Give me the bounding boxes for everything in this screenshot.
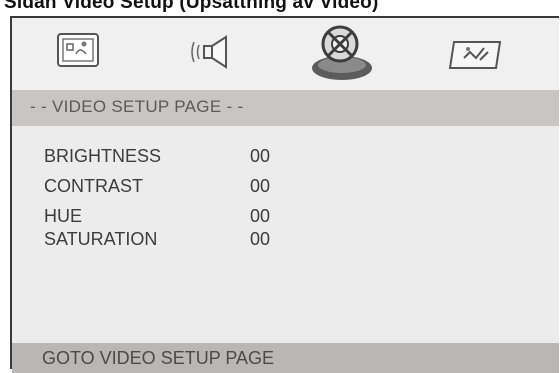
section-banner: - - VIDEO SETUP PAGE - - [12, 90, 559, 126]
setting-row-contrast[interactable]: CONTRAST 00 [12, 176, 559, 204]
setting-label: CONTRAST [44, 176, 143, 196]
setting-row-brightness[interactable]: BRIGHTNESS 00 [12, 146, 559, 174]
page-heading: Sidan Video Setup (Upsättning av Video) [4, 0, 379, 13]
setting-value: 00 [250, 176, 271, 196]
preference-setup-icon[interactable] [446, 38, 506, 74]
setting-label: SATURATION [44, 229, 158, 249]
setting-value: 00 [250, 229, 271, 249]
general-setup-icon[interactable] [56, 32, 100, 70]
setting-label: BRIGHTNESS [44, 146, 162, 166]
footer-hint: GOTO VIDEO SETUP PAGE [42, 348, 275, 368]
setup-icon-bar [12, 18, 559, 90]
video-setup-icon[interactable] [308, 24, 376, 84]
setting-row-saturation[interactable]: SATURATION 00 [12, 229, 559, 257]
audio-setup-icon[interactable] [184, 34, 240, 70]
section-title: - - VIDEO SETUP PAGE - - [30, 97, 244, 116]
setting-value: 00 [250, 206, 271, 226]
setting-label: HUE [44, 206, 83, 226]
setup-menu: - - VIDEO SETUP PAGE - - BRIGHTNESS 00 C… [10, 16, 559, 373]
setting-value: 00 [250, 146, 271, 166]
